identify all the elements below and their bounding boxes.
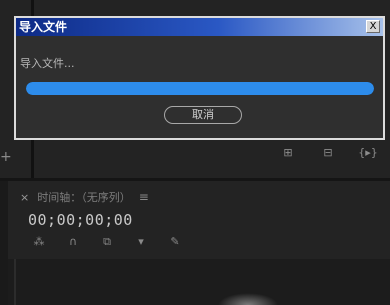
timeline-panel: × 时间轴：（无序列） ≡ 00;00;00;00 ⁂ ∩ ⧉ ▾ ✎ — [8, 181, 390, 305]
export-frame-icon[interactable]: {▸} — [358, 146, 378, 160]
close-button[interactable]: X — [366, 20, 380, 33]
waveform-artifact — [218, 293, 278, 305]
timeline-header: × 时间轴：（无序列） ≡ — [20, 189, 149, 205]
import-dialog: 导入文件 X 导入文件... 取消 — [14, 16, 385, 140]
wrench-icon[interactable]: ✎ — [168, 235, 182, 249]
marker-icon[interactable]: ▾ — [134, 235, 148, 249]
overwrite-icon[interactable]: ⊟ — [318, 146, 338, 160]
magnet-icon[interactable]: ∩ — [66, 235, 80, 249]
dialog-message: 导入文件... — [20, 57, 75, 70]
dialog-titlebar[interactable]: 导入文件 X — [16, 18, 383, 36]
insert-icon[interactable]: ⊞ — [278, 146, 298, 160]
progress-bar — [26, 82, 374, 95]
add-icon[interactable]: + — [0, 150, 12, 164]
timeline-title[interactable]: 时间轴：（无序列） — [37, 189, 131, 205]
cancel-button[interactable]: 取消 — [164, 106, 242, 124]
timeline-track-area[interactable] — [8, 259, 390, 305]
source-panel-controls: ⊞ ⊟ {▸} — [278, 146, 378, 160]
progress-fill — [26, 82, 374, 95]
timecode-display[interactable]: 00;00;00;00 — [28, 211, 133, 229]
timeline-left-strip — [0, 181, 8, 305]
timeline-toolbar: ⁂ ∩ ⧉ ▾ ✎ — [32, 235, 182, 249]
close-icon[interactable]: × — [20, 191, 29, 204]
linked-selection-icon[interactable]: ⧉ — [100, 235, 114, 249]
panel-menu-icon[interactable]: ≡ — [139, 190, 149, 204]
snap-icon[interactable]: ⁂ — [32, 235, 46, 249]
dialog-title: 导入文件 — [19, 20, 68, 34]
track-border — [14, 259, 16, 305]
